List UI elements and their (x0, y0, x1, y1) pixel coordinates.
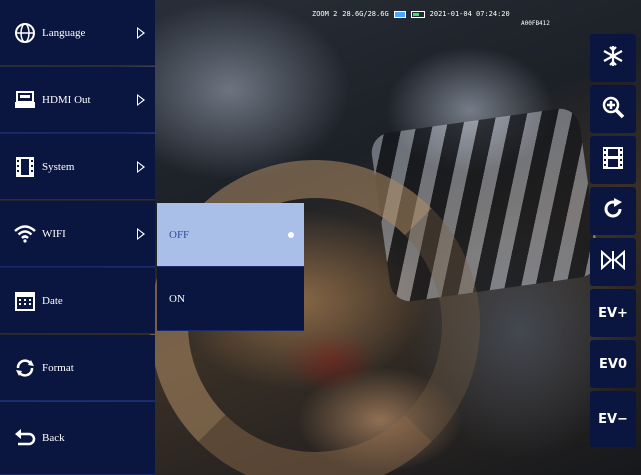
storage-readout: 28.6G/28.6G (342, 10, 389, 18)
wifi-submenu: OFF ON (157, 203, 304, 331)
menu-item-date[interactable]: Date (0, 268, 155, 334)
ev-minus-button[interactable]: EV− (590, 391, 636, 447)
menu-item-label: Date (42, 294, 63, 307)
chevron-right-icon (137, 93, 145, 106)
globe-icon (12, 22, 38, 44)
ev-zero-button[interactable]: EV0 (590, 340, 636, 388)
menu-item-wifi[interactable]: WIFI (0, 201, 155, 267)
rotate-button[interactable] (590, 187, 636, 235)
chevron-right-icon (137, 160, 145, 173)
rotate-icon (601, 197, 625, 225)
zoom-level: ZOOM 2 (312, 10, 338, 18)
format-icon (12, 357, 38, 379)
datetime: 2021-01-04 07:24:20 (429, 10, 510, 18)
menu-item-label: Language (42, 26, 86, 39)
menu-item-label: HDMI Out (42, 93, 91, 106)
device-code: A00FB412 (521, 20, 550, 27)
menu-item-label: System (42, 160, 75, 173)
menu-item-system[interactable]: System (0, 134, 155, 200)
selected-indicator-icon (288, 231, 294, 238)
film-icon (602, 146, 624, 174)
calendar-icon (12, 290, 38, 312)
settings-menu: Language HDMI Out System WIFI Date Forma (0, 0, 155, 475)
freeze-button[interactable] (590, 34, 636, 82)
snowflake-icon (601, 44, 625, 72)
ev-plus-label: EV+ (598, 305, 628, 321)
menu-item-label: Back (42, 432, 65, 444)
menu-item-language[interactable]: Language (0, 0, 155, 66)
hdmi-icon (12, 89, 38, 111)
status-bar: ZOOM 2 28.6G/28.6G 2021-01-04 07:24:20 (312, 10, 510, 18)
ev-plus-button[interactable]: EV+ (590, 289, 636, 337)
ev-minus-label: EV− (598, 411, 628, 427)
storage-icon (393, 10, 406, 18)
record-button[interactable] (590, 136, 636, 184)
zoom-in-icon (601, 95, 625, 123)
flip-button[interactable] (590, 238, 636, 286)
chevron-right-icon (137, 227, 145, 240)
menu-item-format[interactable]: Format (0, 335, 155, 401)
flip-icon (600, 249, 626, 274)
back-arrow-icon (12, 427, 38, 449)
ev-zero-label: EV0 (599, 356, 627, 372)
chevron-right-icon (137, 26, 145, 39)
option-label: OFF (169, 228, 190, 241)
wifi-icon (12, 223, 38, 245)
wifi-option-off[interactable]: OFF (157, 203, 304, 267)
zoom-in-button[interactable] (590, 85, 636, 133)
option-label: ON (169, 292, 185, 305)
menu-item-label: WIFI (42, 227, 66, 240)
film-strip-icon (12, 156, 38, 178)
battery-icon (410, 10, 425, 18)
menu-item-hdmi-out[interactable]: HDMI Out (0, 67, 155, 133)
menu-item-label: Format (42, 361, 74, 374)
menu-item-back[interactable]: Back (0, 402, 155, 475)
wifi-option-on[interactable]: ON (157, 267, 304, 331)
